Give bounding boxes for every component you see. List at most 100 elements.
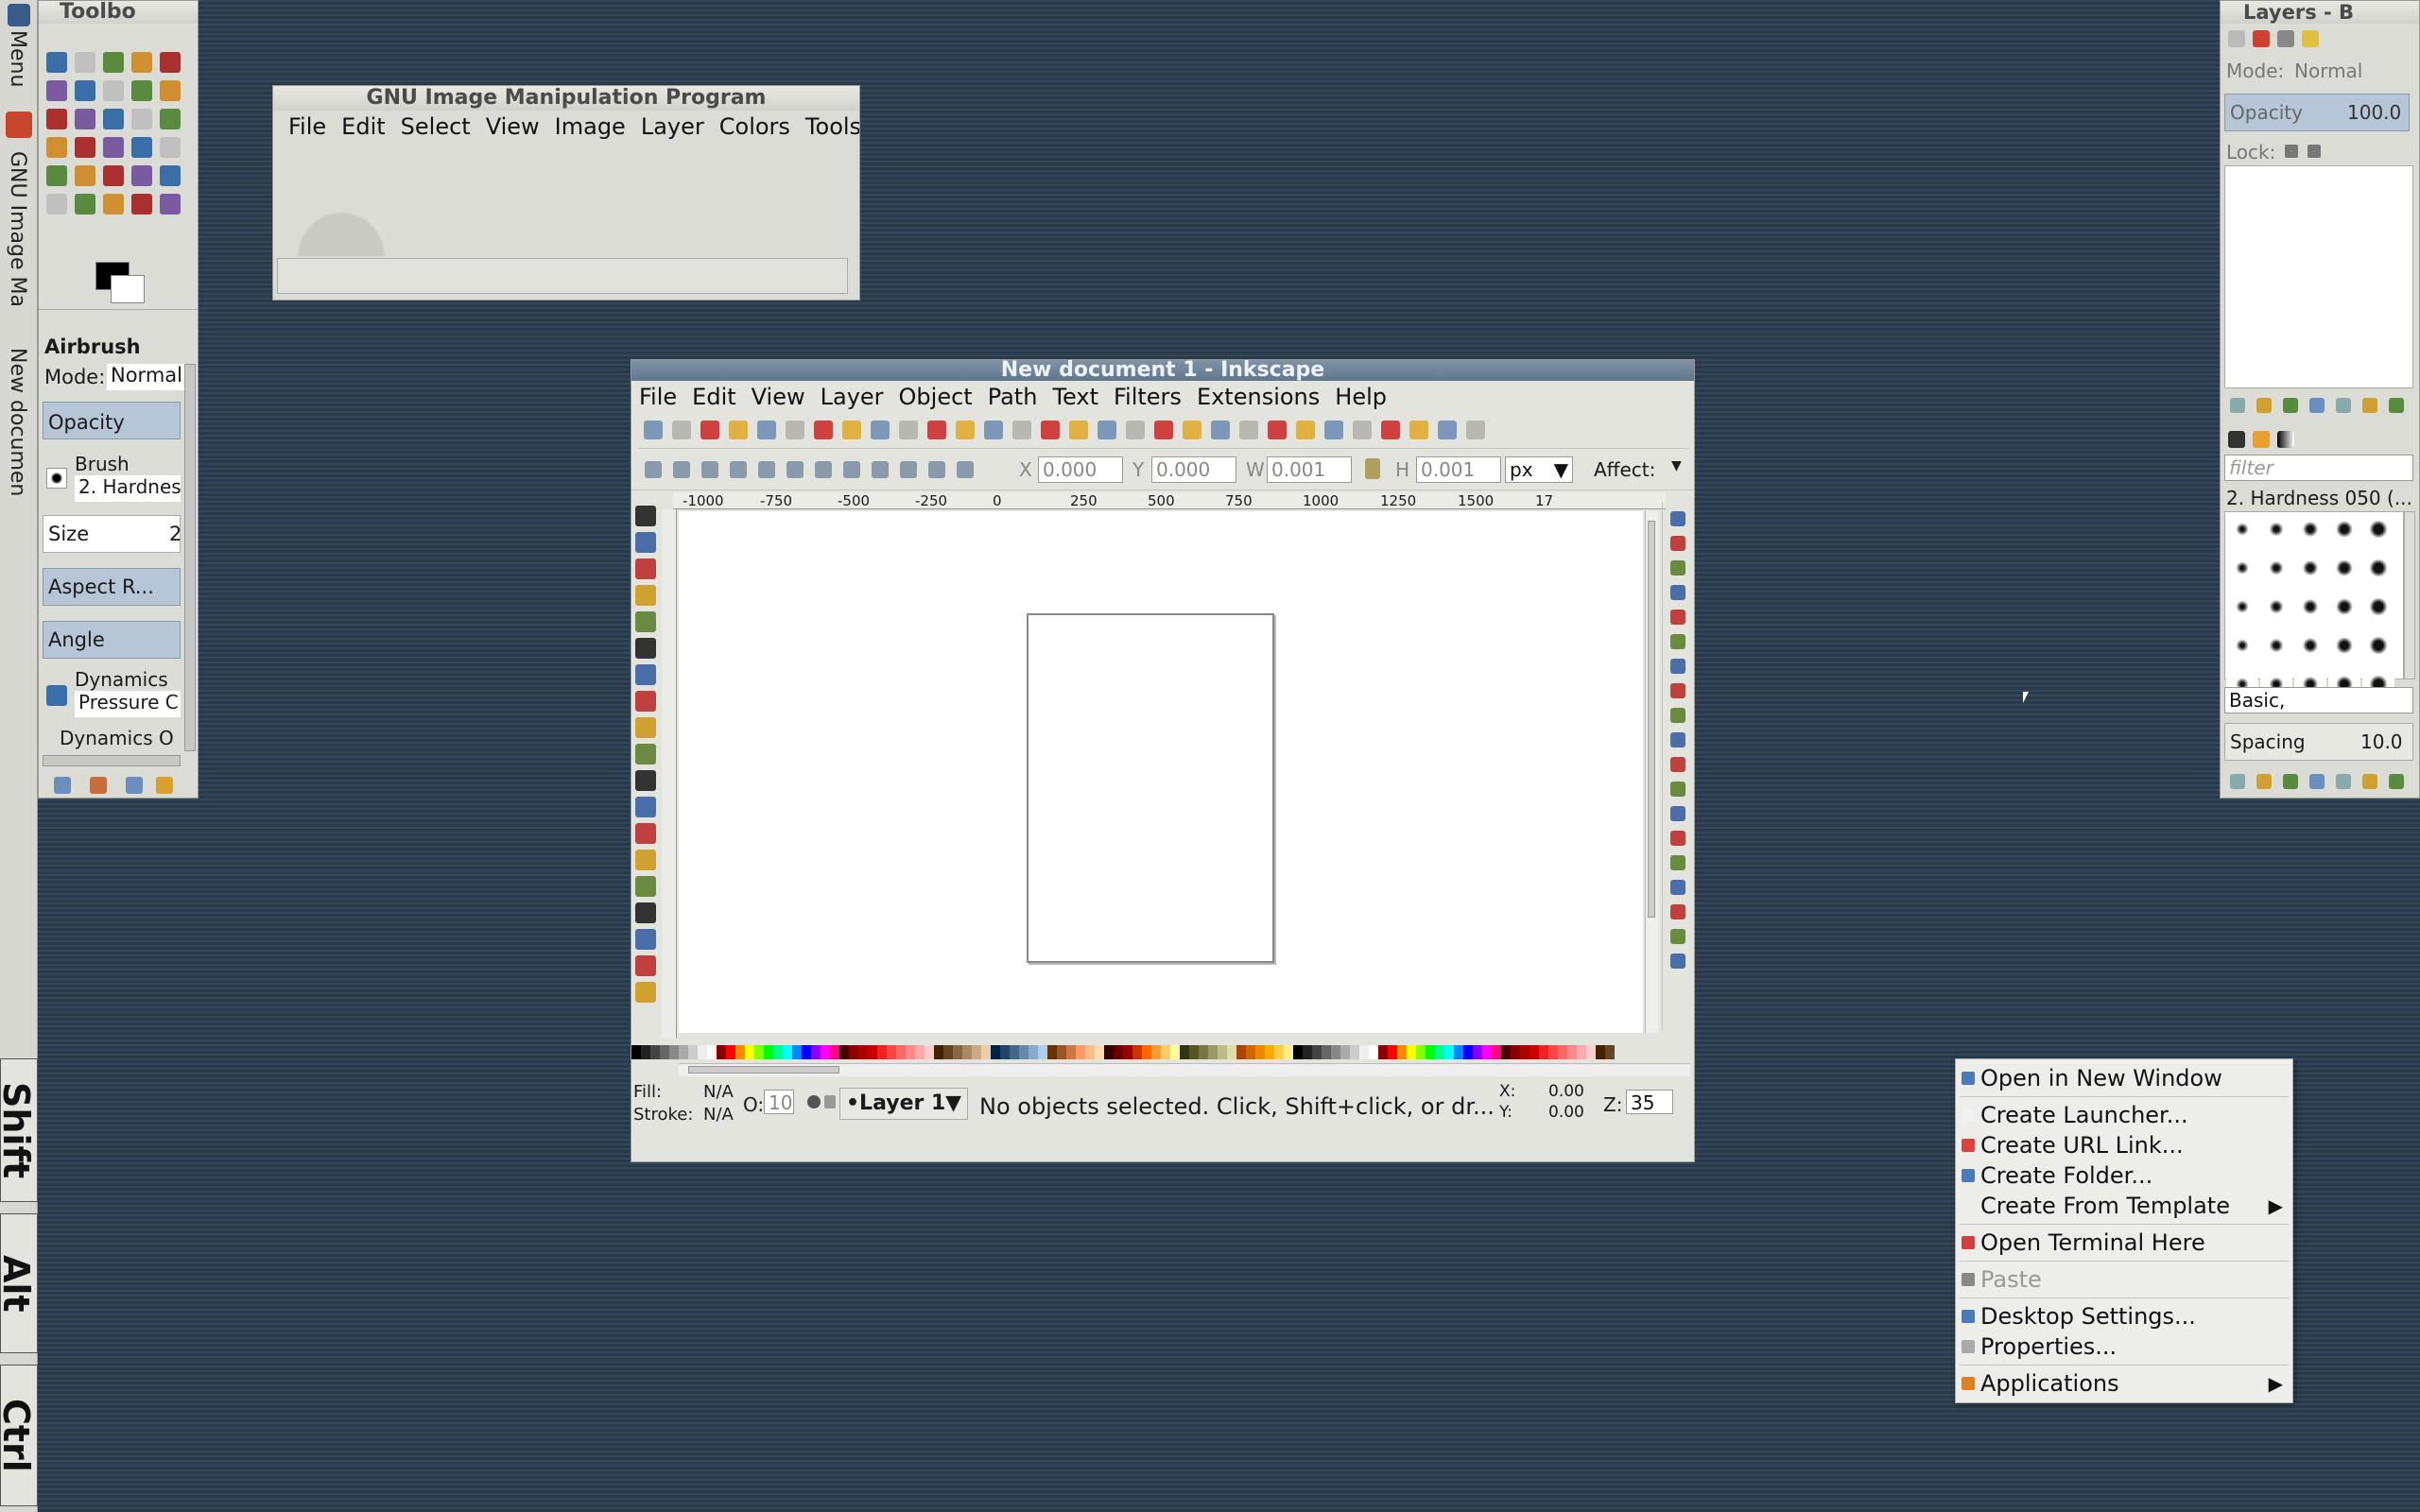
palette-swatch[interactable] bbox=[962, 1045, 972, 1059]
command-icon[interactable] bbox=[899, 421, 918, 439]
gimp-tool-icon[interactable] bbox=[131, 194, 152, 215]
palette-swatch[interactable] bbox=[679, 1045, 688, 1059]
ink-menu-path[interactable]: Path bbox=[980, 384, 1046, 410]
palette-swatch[interactable] bbox=[1284, 1045, 1293, 1059]
zoom-input[interactable]: 35 bbox=[1626, 1090, 1673, 1114]
transform-icon[interactable] bbox=[928, 460, 945, 478]
gimp-menu-colors[interactable]: Colors bbox=[712, 113, 798, 140]
palette-swatch[interactable] bbox=[1596, 1045, 1605, 1059]
layers-titlebar[interactable]: Layers - B bbox=[2221, 1, 2419, 24]
palette-swatch[interactable] bbox=[1085, 1045, 1095, 1059]
transform-icon[interactable] bbox=[730, 460, 747, 478]
dock-button-icon[interactable] bbox=[2389, 773, 2404, 789]
transform-icon[interactable] bbox=[673, 460, 690, 478]
snap-icon[interactable] bbox=[1669, 954, 1685, 969]
drawing-canvas[interactable] bbox=[679, 511, 1643, 1033]
dock-button-icon[interactable] bbox=[2309, 773, 2325, 789]
dock-button-icon[interactable] bbox=[2283, 397, 2298, 413]
palette-swatch[interactable] bbox=[1246, 1045, 1255, 1059]
palette-swatch[interactable] bbox=[1218, 1045, 1227, 1059]
restore-options-icon[interactable] bbox=[90, 776, 107, 794]
patterns-tab-icon[interactable] bbox=[2253, 430, 2270, 448]
palette-swatch[interactable] bbox=[1199, 1045, 1208, 1059]
palette-swatch[interactable] bbox=[1340, 1045, 1350, 1059]
lock-pixels-icon[interactable] bbox=[2285, 145, 2298, 158]
brush-preview-icon[interactable] bbox=[46, 468, 67, 489]
palette-swatch[interactable] bbox=[887, 1045, 896, 1059]
inkscape-tool-icon[interactable] bbox=[635, 717, 656, 738]
palette-swatch[interactable] bbox=[981, 1045, 991, 1059]
toolbox-hscrollbar[interactable] bbox=[43, 755, 181, 766]
inkscape-tool-icon[interactable] bbox=[635, 982, 656, 1003]
palette-swatch[interactable] bbox=[1416, 1045, 1426, 1059]
palette-swatch[interactable] bbox=[1378, 1045, 1388, 1059]
lock-ratio-icon[interactable] bbox=[1365, 458, 1380, 479]
palette-swatch[interactable] bbox=[1586, 1045, 1596, 1059]
palette-swatch[interactable] bbox=[1407, 1045, 1416, 1059]
palette-swatch[interactable] bbox=[972, 1045, 981, 1059]
gimp-tool-icon[interactable] bbox=[103, 137, 124, 158]
command-icon[interactable] bbox=[927, 421, 946, 439]
gimp-tool-icon[interactable] bbox=[131, 80, 152, 101]
channels-tab-icon[interactable] bbox=[2253, 29, 2270, 47]
palette-swatch[interactable] bbox=[1444, 1045, 1454, 1059]
gimp-tool-icon[interactable] bbox=[160, 52, 181, 73]
brush-thumbnail[interactable] bbox=[2260, 552, 2292, 584]
gimp-menu-select[interactable]: Select bbox=[393, 113, 478, 140]
ink-menu-text[interactable]: Text bbox=[1045, 384, 1106, 410]
palette-swatch[interactable] bbox=[1180, 1045, 1189, 1059]
palette-swatch[interactable] bbox=[1114, 1045, 1123, 1059]
dock-button-icon[interactable] bbox=[2362, 773, 2377, 789]
snap-icon[interactable] bbox=[1669, 536, 1685, 551]
brush-thumbnail[interactable] bbox=[2226, 552, 2258, 584]
background-color-swatch[interactable] bbox=[111, 275, 145, 303]
palette-swatch[interactable] bbox=[1511, 1045, 1520, 1059]
dock-button-icon[interactable] bbox=[2256, 773, 2272, 789]
inkscape-tool-icon[interactable] bbox=[635, 744, 656, 765]
dock-button-icon[interactable] bbox=[2230, 773, 2245, 789]
mode-select[interactable]: Normal bbox=[107, 364, 184, 390]
inkscape-tool-icon[interactable] bbox=[635, 929, 656, 950]
command-icon[interactable] bbox=[1438, 421, 1457, 439]
palette-swatch[interactable] bbox=[943, 1045, 953, 1059]
menu-paste[interactable]: Paste bbox=[1956, 1264, 2292, 1295]
snap-icon[interactable] bbox=[1669, 880, 1685, 895]
palette-swatch[interactable] bbox=[1095, 1045, 1104, 1059]
gradients-tab-icon[interactable] bbox=[2277, 430, 2294, 448]
palette-swatch[interactable] bbox=[1548, 1045, 1558, 1059]
palette-swatch[interactable] bbox=[1482, 1045, 1492, 1059]
command-icon[interactable] bbox=[1381, 421, 1400, 439]
palette-swatch[interactable] bbox=[1454, 1045, 1463, 1059]
command-icon[interactable] bbox=[644, 421, 663, 439]
menu-open-new-window[interactable]: Open in New Window bbox=[1956, 1063, 2292, 1093]
menu-applications[interactable]: Applications ▶ bbox=[1956, 1368, 2292, 1399]
palette-swatch[interactable] bbox=[925, 1045, 934, 1059]
command-icon[interactable] bbox=[1211, 421, 1230, 439]
gimp-tool-icon[interactable] bbox=[131, 52, 152, 73]
x-input[interactable]: 0.000 bbox=[1038, 456, 1123, 483]
inkscape-tool-icon[interactable] bbox=[635, 850, 656, 870]
y-input[interactable]: 0.000 bbox=[1151, 456, 1236, 483]
brush-thumbnail[interactable] bbox=[2294, 513, 2326, 545]
transform-icon[interactable] bbox=[645, 460, 662, 478]
command-icon[interactable] bbox=[786, 421, 804, 439]
brush-thumbnail[interactable] bbox=[2328, 591, 2360, 623]
palette-swatch[interactable] bbox=[1047, 1045, 1057, 1059]
dock-button-icon[interactable] bbox=[2230, 397, 2245, 413]
snap-icon[interactable] bbox=[1669, 634, 1685, 649]
palette-swatch[interactable] bbox=[1038, 1045, 1047, 1059]
palette-swatch[interactable] bbox=[858, 1045, 868, 1059]
palette-swatch[interactable] bbox=[915, 1045, 925, 1059]
palette-swatch[interactable] bbox=[1189, 1045, 1199, 1059]
command-icon[interactable] bbox=[1353, 421, 1372, 439]
inkscape-task-button[interactable]: New documen bbox=[6, 348, 29, 496]
dynamics-field[interactable]: Pressure C bbox=[75, 691, 181, 717]
command-icon[interactable] bbox=[1409, 421, 1428, 439]
palette-swatch[interactable] bbox=[792, 1045, 802, 1059]
snap-icon[interactable] bbox=[1669, 659, 1685, 674]
dock-button-icon[interactable] bbox=[2362, 397, 2377, 413]
dynamics-options-expander[interactable]: Dynamics O bbox=[60, 727, 179, 749]
gimp-tool-icon[interactable] bbox=[75, 165, 95, 186]
command-icon[interactable] bbox=[871, 421, 890, 439]
brush-thumbnail[interactable] bbox=[2226, 513, 2258, 545]
